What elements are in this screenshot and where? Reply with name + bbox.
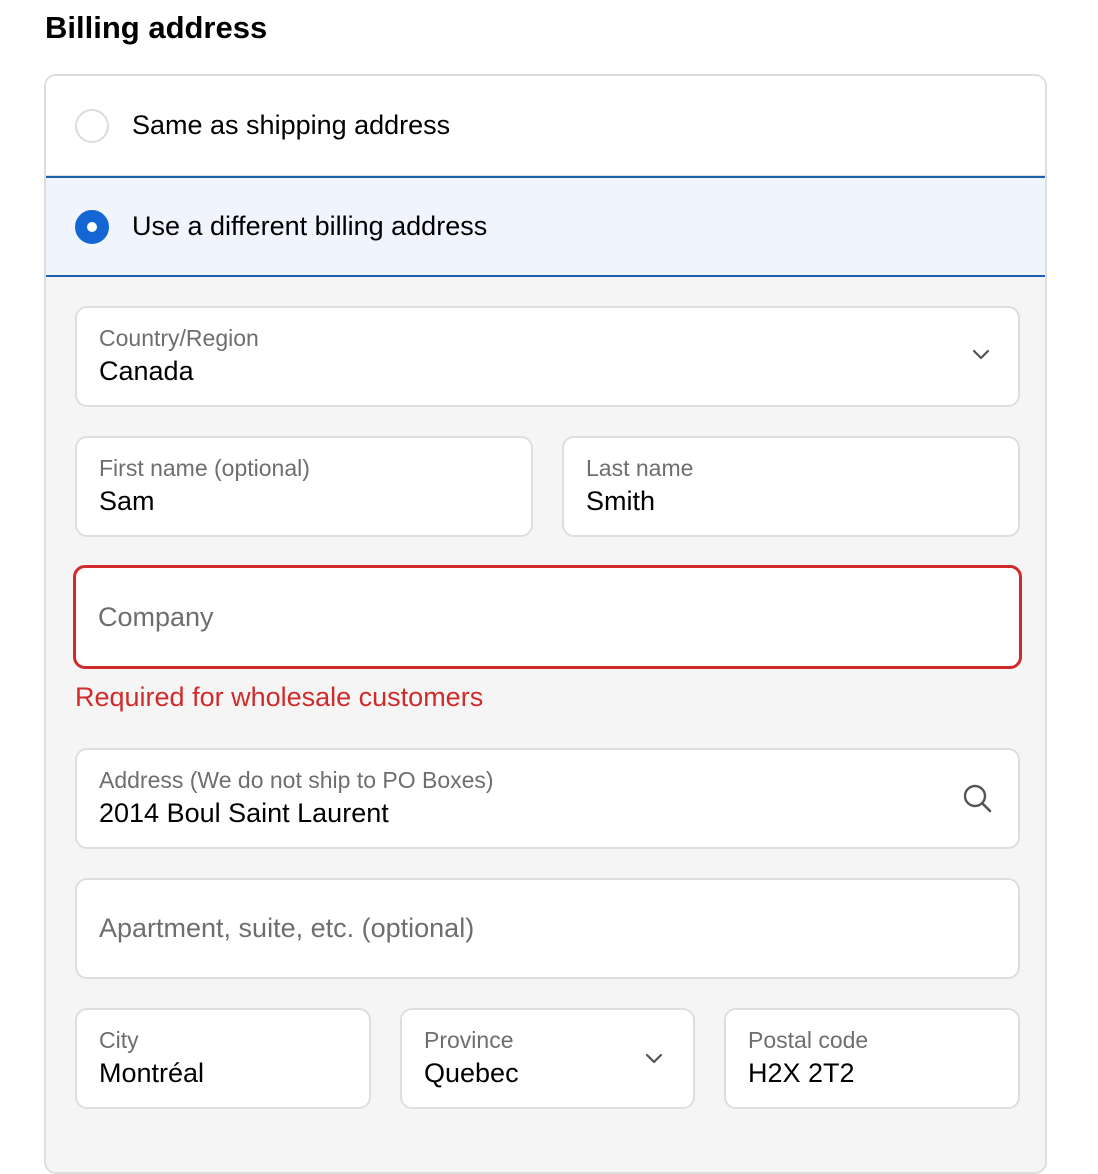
last-name-field[interactable]: Last name Smith — [562, 436, 1020, 537]
search-icon[interactable] — [962, 783, 994, 815]
different-billing-option[interactable]: Use a different billing address — [46, 176, 1045, 277]
apartment-placeholder: Apartment, suite, etc. (optional) — [99, 913, 475, 943]
company-error-message: Required for wholesale customers — [75, 682, 484, 712]
same-as-shipping-label: Same as shipping address — [132, 110, 451, 140]
billing-address-panel: Same as shipping address Use a different… — [44, 74, 1047, 1174]
company-field[interactable]: Company — [73, 565, 1022, 669]
postal-code-value: H2X 2T2 — [748, 1058, 855, 1088]
province-select[interactable]: Province Quebec — [400, 1008, 695, 1109]
first-name-field[interactable]: First name (optional) Sam — [75, 436, 533, 537]
country-select[interactable]: Country/Region Canada — [75, 306, 1020, 407]
same-as-shipping-option[interactable]: Same as shipping address — [46, 76, 1045, 176]
different-billing-radio[interactable] — [75, 209, 109, 244]
apartment-field[interactable]: Apartment, suite, etc. (optional) — [75, 878, 1020, 979]
city-value: Montréal — [99, 1058, 205, 1088]
address-value: 2014 Boul Saint Laurent — [99, 798, 389, 828]
country-label: Country/Region — [99, 325, 259, 351]
city-label: City — [99, 1027, 139, 1053]
postal-code-label: Postal code — [748, 1027, 869, 1053]
company-placeholder: Company — [98, 601, 214, 632]
same-as-shipping-radio[interactable] — [75, 108, 109, 143]
different-billing-label: Use a different billing address — [132, 211, 488, 241]
country-value: Canada — [99, 356, 194, 386]
last-name-label: Last name — [586, 455, 694, 481]
last-name-value: Smith — [586, 486, 656, 516]
province-label: Province — [424, 1027, 514, 1053]
postal-code-field[interactable]: Postal code H2X 2T2 — [724, 1008, 1020, 1109]
chevron-down-icon — [645, 1053, 663, 1064]
address-label: Address (We do not ship to PO Boxes) — [99, 767, 494, 793]
billing-address-heading: Billing address — [45, 10, 268, 45]
first-name-label: First name (optional) — [99, 455, 310, 481]
address-field[interactable]: Address (We do not ship to PO Boxes) 201… — [75, 748, 1020, 849]
city-field[interactable]: City Montréal — [75, 1008, 371, 1109]
first-name-value: Sam — [99, 486, 155, 516]
province-value: Quebec — [424, 1058, 519, 1088]
chevron-down-icon — [972, 349, 990, 360]
